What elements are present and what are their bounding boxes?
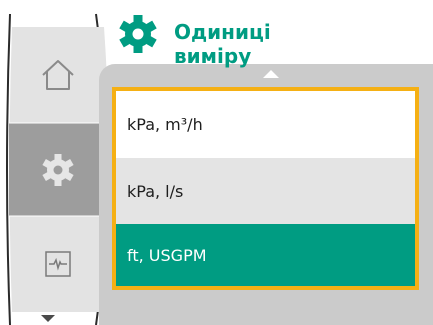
- option-ft-usgpm-selected[interactable]: ft, USGPM: [116, 224, 415, 286]
- units-option-list: kPa, m³/h kPa, l/s ft, USGPM: [112, 87, 419, 290]
- page-title: Одиниці виміру: [174, 20, 271, 68]
- gear-icon: [119, 15, 157, 53]
- option-label: ft, USGPM: [127, 245, 207, 265]
- nav-item-home[interactable]: [12, 27, 104, 123]
- nav-scroll-down[interactable]: [36, 312, 60, 325]
- option-kpa-ls[interactable]: kPa, l/s: [116, 158, 415, 224]
- option-kpa-m3h[interactable]: kPa, m³/h: [116, 91, 415, 158]
- gear-icon: [42, 153, 74, 186]
- nav-item-settings[interactable]: [12, 123, 104, 216]
- scroll-down-icon: [41, 315, 55, 322]
- pulse-monitor-icon: [45, 251, 71, 277]
- home-icon: [42, 60, 74, 90]
- option-label: kPa, m³/h: [127, 115, 203, 134]
- nav-item-diagnostics[interactable]: [12, 216, 104, 312]
- scroll-up-icon[interactable]: [263, 70, 279, 78]
- option-label: kPa, l/s: [127, 181, 184, 201]
